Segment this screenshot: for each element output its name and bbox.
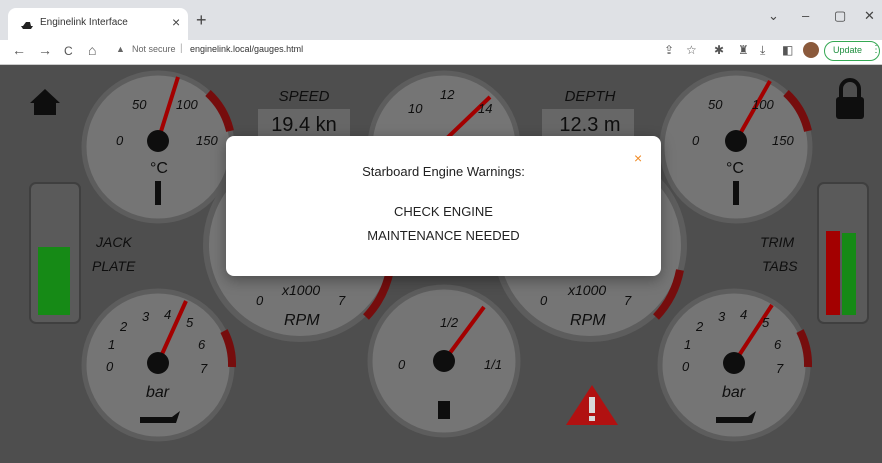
browser-tab[interactable]: Enginelink Interface ×	[8, 8, 188, 40]
tab-close-icon[interactable]: ×	[172, 14, 180, 30]
side-panel-icon[interactable]: ◧	[782, 43, 793, 57]
page-content: SPEED 19.4 kn DEPTH 12.3 m 0 50 100 150 …	[0, 65, 882, 463]
forward-icon[interactable]: →	[38, 42, 52, 58]
warning-line: CHECK ENGINE	[394, 204, 493, 219]
close-icon[interactable]: ×	[634, 150, 642, 166]
reload-icon[interactable]: C	[64, 44, 73, 58]
browser-tab-bar: Enginelink Interface × + ⌄ – ▢ ✕	[0, 0, 882, 40]
new-tab-button[interactable]: +	[196, 10, 207, 31]
home-icon[interactable]: ⌂	[88, 42, 96, 58]
boat-favicon-icon	[21, 22, 33, 29]
tab-title: Enginelink Interface	[40, 17, 128, 28]
bookmark-star-icon[interactable]: ☆	[686, 43, 697, 57]
url-text: enginelink.local/gauges.html	[190, 44, 304, 54]
url-separator: |	[180, 43, 183, 54]
not-secure-icon: ▲	[116, 44, 125, 54]
maximize-button[interactable]: ▢	[834, 8, 846, 24]
minimize-button[interactable]: –	[802, 8, 809, 23]
back-icon[interactable]: ←	[12, 42, 26, 58]
extensions-icon[interactable]: ✱	[714, 43, 724, 57]
pin-icon[interactable]: ♜	[738, 43, 749, 57]
update-button[interactable]: Update ⋮	[824, 41, 881, 61]
browser-toolbar: ← → C ⌂ ▲ Not secure | enginelink.local/…	[0, 40, 882, 65]
close-window-button[interactable]: ✕	[864, 8, 875, 24]
tab-search-icon[interactable]: ⌄	[768, 8, 779, 24]
engine-warning-dialog: Starboard Engine Warnings: × CHECK ENGIN…	[226, 136, 661, 276]
profile-avatar[interactable]	[803, 42, 819, 58]
update-label: Update	[833, 45, 863, 55]
share-icon[interactable]: ⇪	[664, 43, 674, 57]
address-bar[interactable]: ▲ Not secure | enginelink.local/gauges.h…	[110, 40, 650, 60]
security-label: Not secure	[132, 44, 176, 54]
dialog-title: Starboard Engine Warnings:	[362, 164, 525, 179]
menu-icon[interactable]: ⋮	[871, 44, 881, 55]
warning-line: MAINTENANCE NEEDED	[367, 228, 520, 243]
download-icon[interactable]: ⤓	[760, 43, 765, 58]
